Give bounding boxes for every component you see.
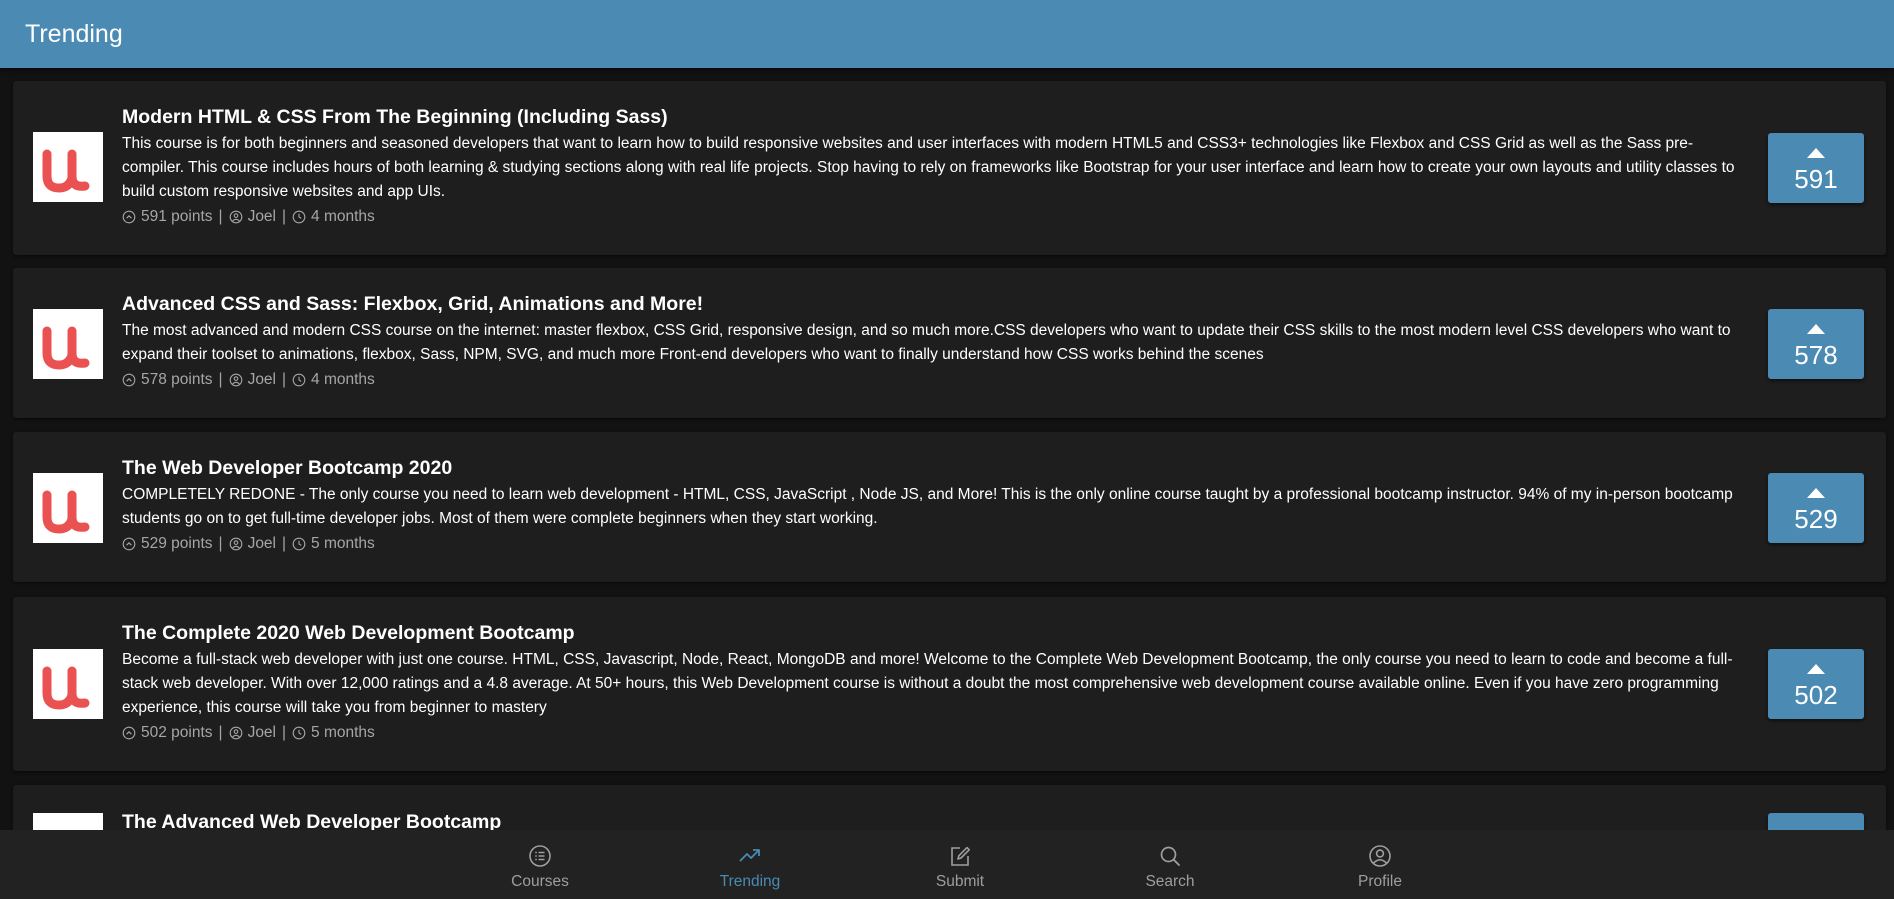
- course-content: Advanced CSS and Sass: Flexbox, Grid, An…: [122, 292, 1737, 392]
- course-description: Become a full-stack web developer with j…: [122, 651, 1733, 716]
- triangle-up-icon: [1807, 664, 1825, 674]
- triangle-up-icon: [1807, 324, 1825, 334]
- meta-divider: |: [218, 535, 223, 552]
- course-title[interactable]: Advanced CSS and Sass: Flexbox, Grid, An…: [122, 292, 1737, 316]
- nav-item-courses[interactable]: Courses: [480, 830, 600, 899]
- course-meta: 591 points | Joel | 4 months: [122, 205, 1737, 229]
- course-content: Modern HTML & CSS From The Beginning (In…: [122, 105, 1737, 229]
- course-description: This course is for both beginners and se…: [122, 135, 1735, 200]
- meta-divider: |: [282, 724, 287, 741]
- course-feed[interactable]: Modern HTML & CSS From The Beginning (In…: [0, 68, 1894, 830]
- udemy-logo-icon: [33, 473, 103, 543]
- nav-item-profile[interactable]: Profile: [1320, 830, 1440, 899]
- meta-divider: |: [282, 535, 287, 552]
- clock-icon: [292, 373, 306, 387]
- course-meta: 502 points | Joel | 5 months: [122, 721, 1737, 745]
- vote-count: 591: [1794, 164, 1838, 194]
- user-circle-icon: [229, 373, 243, 387]
- upvote-button[interactable]: 591: [1768, 133, 1864, 203]
- course-points: 578 points: [141, 371, 213, 388]
- nav-label: Trending: [719, 873, 781, 890]
- upvote-button[interactable]: 502: [1768, 649, 1864, 719]
- meta-divider: |: [218, 371, 223, 388]
- course-age: 4 months: [311, 371, 375, 388]
- user-circle-icon: [1368, 844, 1392, 868]
- udemy-logo-icon: [33, 813, 103, 830]
- course-meta: 529 points | Joel | 5 months: [122, 532, 1737, 556]
- course-author[interactable]: Joel: [248, 721, 276, 745]
- course-title[interactable]: The Web Developer Bootcamp 2020: [122, 456, 1737, 480]
- page-title: Trending: [25, 20, 123, 48]
- meta-divider: |: [218, 208, 223, 225]
- course-card[interactable]: The Advanced Web Developer Bootcamp: [13, 785, 1886, 830]
- trending-up-icon: [738, 844, 762, 868]
- upvote-button[interactable]: [1768, 813, 1864, 830]
- user-circle-icon: [229, 210, 243, 224]
- arrow-up-circle-icon: [122, 210, 136, 224]
- clock-icon: [292, 537, 306, 551]
- bottom-navigation: Courses Trending Submit Search Profile: [0, 830, 1894, 899]
- course-title[interactable]: Modern HTML & CSS From The Beginning (In…: [122, 105, 1737, 129]
- user-circle-icon: [229, 537, 243, 551]
- nav-item-submit[interactable]: Submit: [900, 830, 1020, 899]
- clock-icon: [292, 726, 306, 740]
- nav-item-search[interactable]: Search: [1110, 830, 1230, 899]
- user-circle-icon: [229, 726, 243, 740]
- course-author[interactable]: Joel: [248, 205, 276, 229]
- udemy-logo-icon: [33, 132, 103, 202]
- course-author[interactable]: Joel: [248, 532, 276, 556]
- app-root: Trending Modern HTML & CSS From The Begi…: [0, 0, 1894, 899]
- course-age: 5 months: [311, 535, 375, 552]
- list-icon: [528, 844, 552, 868]
- course-card[interactable]: Advanced CSS and Sass: Flexbox, Grid, An…: [13, 268, 1886, 418]
- upvote-button[interactable]: 578: [1768, 309, 1864, 379]
- course-title[interactable]: The Advanced Web Developer Bootcamp: [122, 810, 1737, 830]
- arrow-up-circle-icon: [122, 373, 136, 387]
- vote-count: 502: [1794, 680, 1838, 710]
- triangle-up-icon: [1807, 488, 1825, 498]
- meta-divider: |: [282, 208, 287, 225]
- course-points: 529 points: [141, 535, 213, 552]
- course-age: 5 months: [311, 724, 375, 741]
- nav-label: Profile: [1358, 873, 1402, 890]
- course-points: 502 points: [141, 724, 213, 741]
- course-card[interactable]: The Complete 2020 Web Development Bootca…: [13, 597, 1886, 771]
- course-content: The Web Developer Bootcamp 2020 COMPLETE…: [122, 456, 1737, 556]
- udemy-logo-icon: [33, 309, 103, 379]
- upvote-button[interactable]: 529: [1768, 473, 1864, 543]
- course-content: The Advanced Web Developer Bootcamp: [122, 810, 1737, 830]
- course-points: 591 points: [141, 208, 213, 225]
- arrow-up-circle-icon: [122, 537, 136, 551]
- vote-count: 529: [1794, 504, 1838, 534]
- meta-divider: |: [282, 371, 287, 388]
- arrow-up-circle-icon: [122, 726, 136, 740]
- triangle-up-icon: [1807, 148, 1825, 158]
- course-age: 4 months: [311, 208, 375, 225]
- course-meta: 578 points | Joel | 4 months: [122, 368, 1737, 392]
- app-header: Trending: [0, 0, 1894, 68]
- course-description: The most advanced and modern CSS course …: [122, 322, 1731, 363]
- nav-label: Courses: [511, 873, 569, 890]
- vote-count: 578: [1794, 340, 1838, 370]
- course-card[interactable]: The Web Developer Bootcamp 2020 COMPLETE…: [13, 432, 1886, 582]
- nav-label: Submit: [935, 873, 985, 890]
- search-icon: [1158, 844, 1182, 868]
- meta-divider: |: [218, 724, 223, 741]
- course-card[interactable]: Modern HTML & CSS From The Beginning (In…: [13, 81, 1886, 255]
- course-title[interactable]: The Complete 2020 Web Development Bootca…: [122, 621, 1737, 645]
- nav-label: Search: [1145, 873, 1195, 890]
- course-description: COMPLETELY REDONE - The only course you …: [122, 486, 1733, 527]
- edit-icon: [948, 844, 972, 868]
- nav-item-trending[interactable]: Trending: [690, 830, 810, 899]
- udemy-logo-icon: [33, 649, 103, 719]
- course-content: The Complete 2020 Web Development Bootca…: [122, 621, 1737, 745]
- course-author[interactable]: Joel: [248, 368, 276, 392]
- clock-icon: [292, 210, 306, 224]
